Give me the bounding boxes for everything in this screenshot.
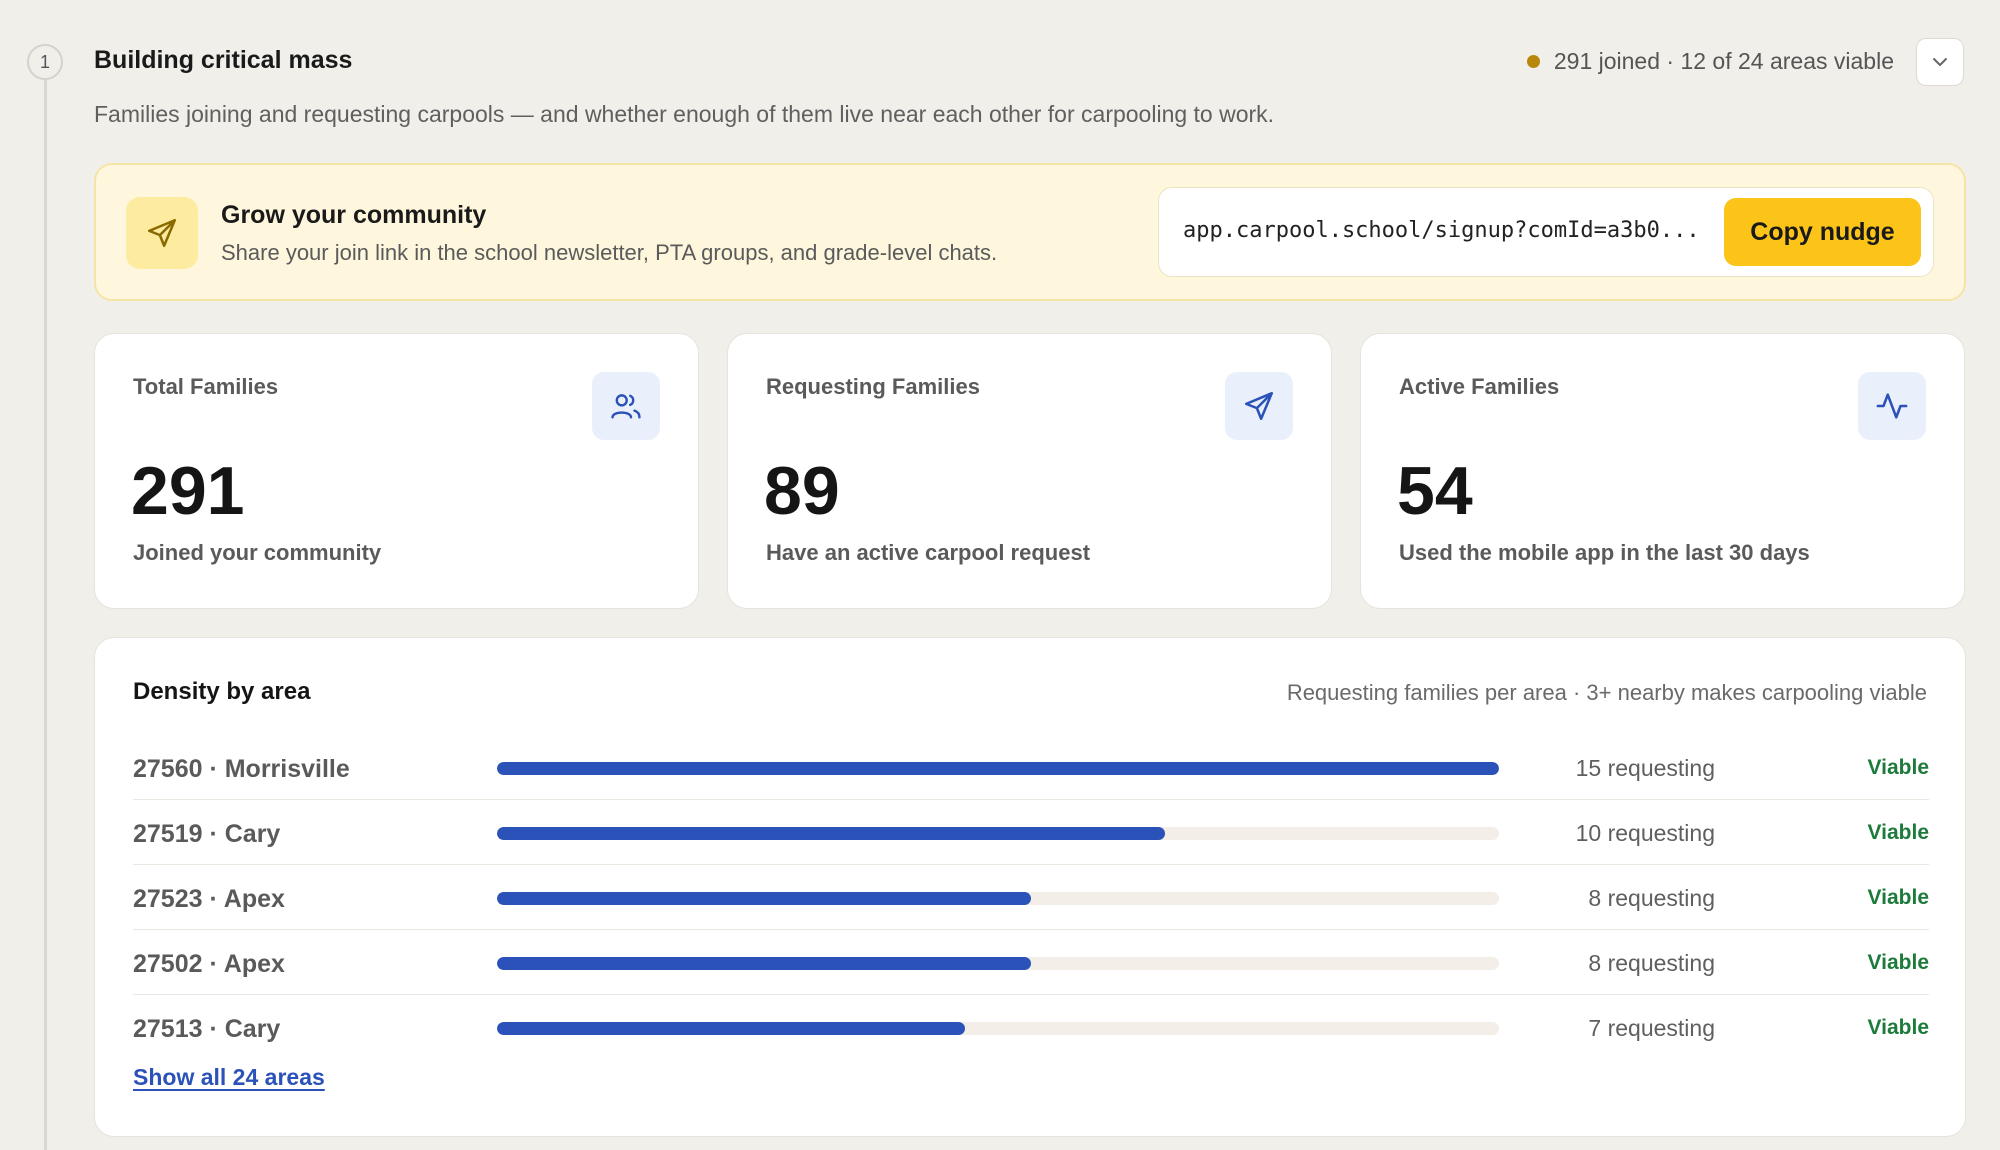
stat-label: Requesting Families <box>766 374 980 399</box>
area-bar-track <box>497 827 1499 840</box>
stat-card-total-families: Total Families 291 Joined your community <box>94 333 699 609</box>
stat-caption: Have an active carpool request <box>766 540 1091 565</box>
area-requesting-count: 7 requesting <box>1588 1015 1715 1041</box>
stat-caption: Joined your community <box>133 540 382 565</box>
stat-card-active-families: Active Families 54 Used the mobile app i… <box>1360 333 1965 609</box>
area-bar-track <box>497 957 1499 970</box>
area-bar-track <box>497 762 1499 775</box>
area-requesting-count: 8 requesting <box>1588 950 1715 976</box>
step-rail <box>44 80 47 1150</box>
banner-title: Grow your community <box>221 201 487 229</box>
area-bar-track <box>497 892 1499 905</box>
area-status-badge: Viable <box>1867 756 1929 779</box>
area-bar-fill <box>497 1022 965 1035</box>
area-status-badge: Viable <box>1867 1016 1929 1039</box>
stat-label: Active Families <box>1399 374 1560 399</box>
area-status-badge: Viable <box>1867 951 1929 974</box>
show-all-areas-link[interactable]: Show all 24 areas <box>133 1064 325 1091</box>
area-list: 27560 · Morrisville 15 requesting Viable… <box>133 735 1929 1060</box>
collapse-button[interactable] <box>1916 38 1964 86</box>
area-bar-fill <box>497 957 1032 970</box>
density-title: Density by area <box>133 678 311 705</box>
area-row: 27519 · Cary 10 requesting Viable <box>133 800 1929 865</box>
stat-value: 54 <box>1397 453 1473 529</box>
activity-icon <box>1858 372 1926 440</box>
area-name: 27519 · Cary <box>133 820 281 848</box>
stat-caption: Used the mobile app in the last 30 days <box>1399 540 1810 565</box>
area-row: 27560 · Morrisville 15 requesting Viable <box>133 735 1929 800</box>
area-status-badge: Viable <box>1867 886 1929 909</box>
copy-nudge-button[interactable]: Copy nudge <box>1724 198 1921 266</box>
density-note: Requesting families per area · 3+ nearby… <box>1286 680 1927 705</box>
users-icon <box>592 372 660 440</box>
stat-label: Total Families <box>133 374 279 399</box>
area-bar-track <box>497 1022 1499 1035</box>
stat-card-requesting-families: Requesting Families 89 Have an active ca… <box>727 333 1332 609</box>
banner-subtitle: Share your join link in the school newsl… <box>221 240 998 265</box>
density-by-area-panel: Density by area Requesting families per … <box>94 637 1966 1137</box>
area-name: 27523 · Apex <box>133 885 285 913</box>
section-title: Building critical mass <box>94 46 353 74</box>
area-bar-fill <box>497 762 1499 775</box>
area-row: 27523 · Apex 8 requesting Viable <box>133 865 1929 930</box>
area-requesting-count: 10 requesting <box>1575 820 1715 846</box>
grow-community-banner: Grow your community Share your join link… <box>94 163 1966 301</box>
join-link-field[interactable]: app.carpool.school/signup?comId=a3b0... … <box>1158 187 1934 277</box>
area-name: 27502 · Apex <box>133 950 285 978</box>
section-status: 291 joined · 12 of 24 areas viable <box>1526 48 1894 75</box>
stat-value: 89 <box>764 453 840 529</box>
step-number: 1 <box>27 44 63 80</box>
area-name: 27513 · Cary <box>133 1015 281 1043</box>
area-bar-fill <box>497 892 1032 905</box>
area-row: 27513 · Cary 7 requesting Viable <box>133 995 1929 1060</box>
chevron-down-icon <box>1933 58 1947 66</box>
area-name: 27560 · Morrisville <box>133 755 350 783</box>
section-description: Families joining and requesting carpools… <box>94 101 1275 127</box>
area-status-badge: Viable <box>1867 821 1929 844</box>
status-text: 291 joined · 12 of 24 areas viable <box>1553 48 1894 74</box>
stat-value: 291 <box>131 453 245 529</box>
send-icon <box>126 197 198 269</box>
area-row: 27502 · Apex 8 requesting Viable <box>133 930 1929 995</box>
status-dot-icon <box>1526 55 1540 68</box>
join-link-text[interactable]: app.carpool.school/signup?comId=a3b0... <box>1183 218 1723 243</box>
area-bar-fill <box>497 827 1165 840</box>
area-requesting-count: 8 requesting <box>1588 885 1715 911</box>
send-icon <box>1225 372 1293 440</box>
area-requesting-count: 15 requesting <box>1575 755 1715 781</box>
